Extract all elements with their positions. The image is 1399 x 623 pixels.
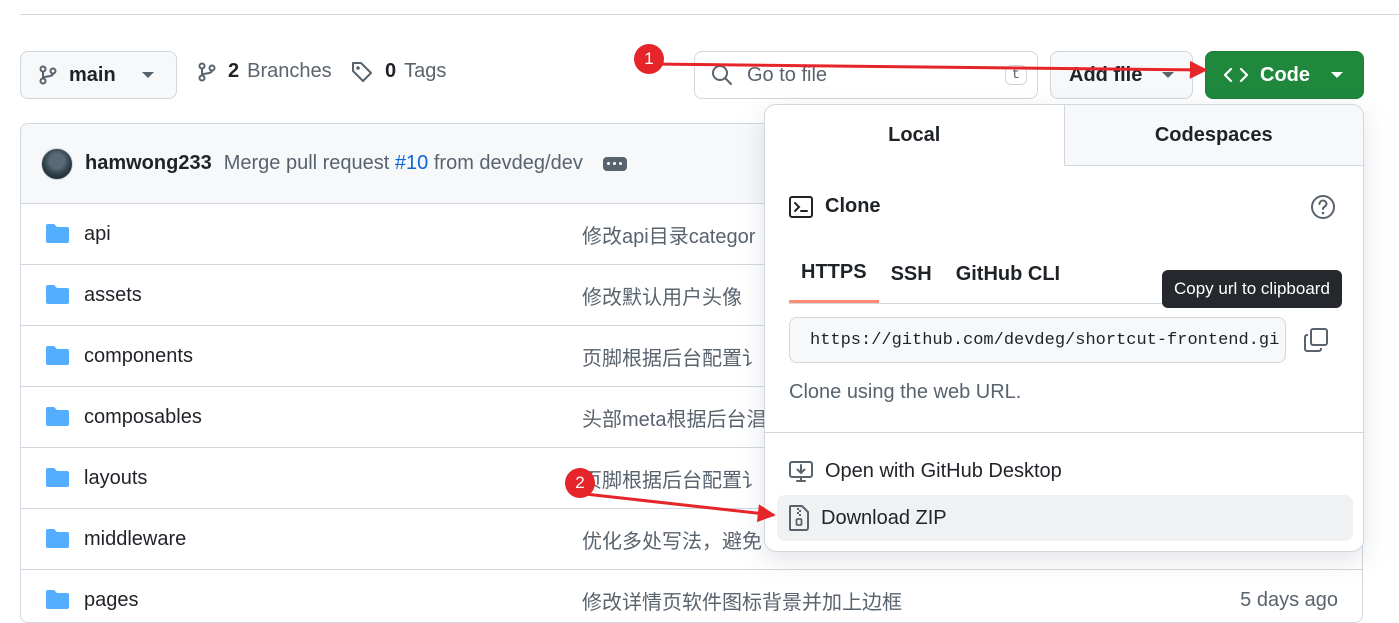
- annotation-arrows: [584, 60, 1208, 523]
- annotation-badge-2: 2: [565, 468, 595, 498]
- arrow-to-code-button: [651, 60, 1208, 79]
- annotation-badge-1: 1: [634, 44, 664, 74]
- arrow-to-download-zip: [584, 492, 776, 523]
